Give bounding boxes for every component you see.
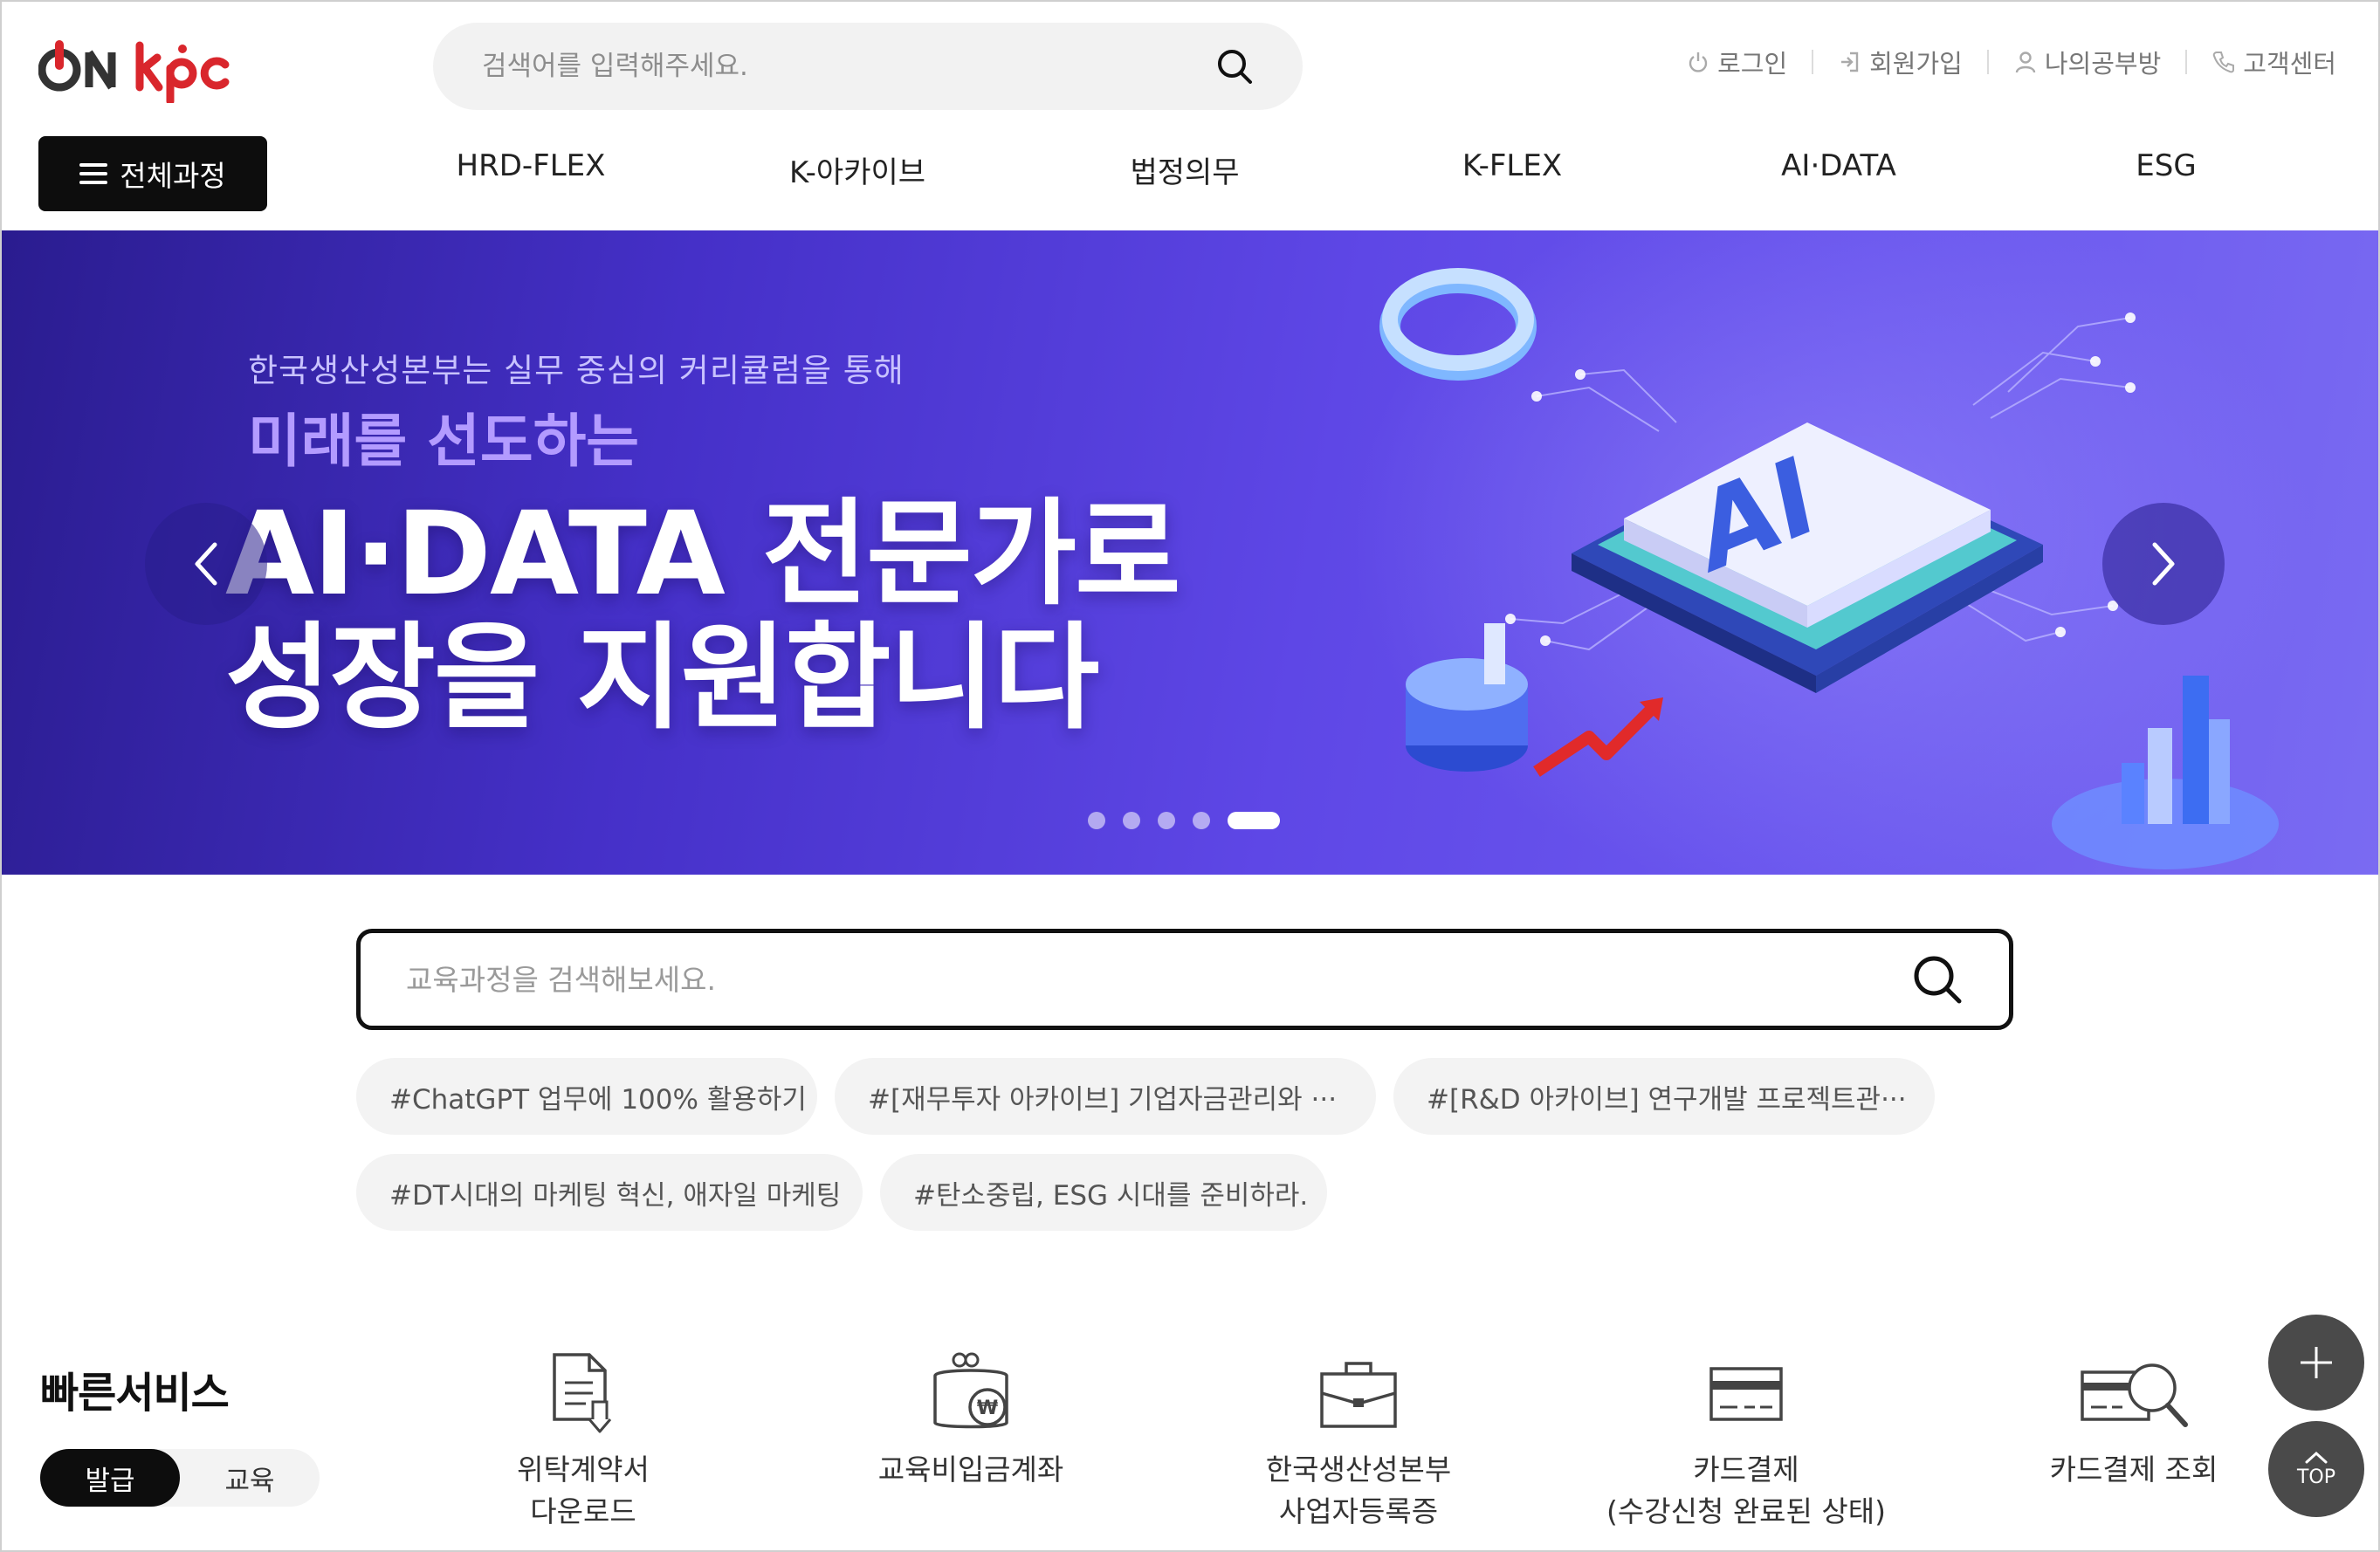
tag-chip[interactable]: #ChatGPT 업무에 100% 활용하기 (356, 1058, 817, 1135)
my-study-label: 나의공부방 (2044, 49, 2162, 79)
phone-icon (2213, 52, 2235, 73)
main-nav: HRD-FLEX K-아카이브 법정의무 K-FLEX AI·DATA ESG (0, 148, 2380, 201)
quick-service-title: 빠른서비스 (40, 1369, 230, 1418)
banner-headline-line1: AI·DATA 전문가로 (225, 487, 1181, 621)
quick-item-label: 카드결제 (수강신청 완료된 상태) (1606, 1452, 1886, 1528)
credit-card-icon (1709, 1367, 1783, 1421)
kpc-logo[interactable] (38, 33, 248, 103)
quick-service-toggle: 발급 교육 (40, 1449, 320, 1507)
quick-tuition-account[interactable]: ₩ 교육비입금계좌 (822, 1349, 1119, 1491)
power-icon (1689, 52, 1708, 72)
divider (1986, 50, 1989, 74)
divider (1812, 50, 1814, 74)
banner-subtitle: 한국생산성본부는 실무 중심의 커리큘럼을 통해 (248, 352, 905, 389)
user-icon (2015, 52, 2036, 73)
document-download-icon (553, 1353, 612, 1433)
nav-item-k-archive[interactable]: K-아카이브 (789, 148, 925, 191)
pagination-dot[interactable] (1158, 812, 1175, 829)
floating-plus-button[interactable] (2268, 1315, 2364, 1411)
login-label: 로그인 (1717, 49, 1788, 79)
login-link[interactable]: 로그인 (1686, 44, 1787, 80)
banner-headline: AI·DATA 전문가로 성장을 지원합니다 (225, 487, 1181, 745)
pagination-dot[interactable] (1123, 812, 1140, 829)
customer-center-link[interactable]: 고객센터 (2211, 44, 2336, 80)
my-study-link[interactable]: 나의공부방 (2013, 44, 2161, 80)
nav-item-hrd-flex[interactable]: HRD-FLEX (457, 148, 606, 183)
nav-item-ai-data[interactable]: AI·DATA (1781, 148, 1896, 183)
customer-center-label: 고객센터 (2243, 49, 2336, 79)
chevron-right-icon (2152, 542, 2175, 586)
banner-headline-line2: 성장을 지원합니다 (225, 611, 1099, 745)
signup-label: 회원가입 (1869, 49, 1963, 79)
hero-banner[interactable]: AI 한국생산성본부는 실무 중심의 커리큘럼을 통해 미래를 선도하는 AI·… (0, 230, 2380, 875)
chevron-left-icon (195, 542, 217, 586)
header-search-bar[interactable] (433, 23, 1303, 110)
wallet-won-icon: ₩ (933, 1352, 1008, 1429)
svg-text:₩: ₩ (977, 1397, 998, 1419)
search-icon[interactable] (1215, 47, 1254, 86)
utility-menu: 로그인 회원가입 나의공부방 고객센터 (1686, 44, 2336, 80)
search-icon[interactable] (1911, 953, 1964, 1006)
tag-chip[interactable]: #[재무투자 아카이브] 기업자금관리와 ··· (835, 1058, 1376, 1135)
top-label: TOP (2296, 1466, 2336, 1488)
nav-item-esg[interactable]: ESG (2136, 148, 2196, 183)
briefcase-icon (1320, 1362, 1397, 1428)
header-search-input[interactable] (482, 51, 1215, 82)
divider (2185, 50, 2188, 74)
tag-chip[interactable]: #[R&D 아카이브] 연구개발 프로젝트관··· (1393, 1058, 1935, 1135)
course-search-input[interactable] (406, 962, 1911, 997)
pagination-dot-active[interactable] (1228, 812, 1280, 829)
banner-next-button[interactable] (2102, 503, 2225, 625)
plus-icon (2301, 1347, 2332, 1378)
card-search-icon (2081, 1363, 2188, 1427)
scroll-top-button[interactable]: TOP (2268, 1421, 2364, 1517)
tag-chip[interactable]: #탄소중립, ESG 시대를 준비하라. (880, 1154, 1327, 1231)
toggle-education[interactable]: 교육 (180, 1449, 320, 1507)
quick-card-payment[interactable]: 카드결제 (수강신청 완료된 상태) (1598, 1349, 1895, 1533)
signin-icon (1841, 52, 1859, 72)
course-search-bar[interactable] (356, 929, 2013, 1030)
nav-item-legal-mandatory[interactable]: 법정의무 (1130, 148, 1239, 191)
quick-card-payment-lookup[interactable]: 카드결제 조회 (1985, 1349, 2282, 1491)
banner-pagination (1088, 812, 1280, 829)
signup-link[interactable]: 회원가입 (1838, 44, 1963, 80)
banner-headline-small: 미래를 선도하는 (248, 408, 640, 475)
quick-item-label: 한국생산성본부 사업자등록증 (1265, 1452, 1452, 1528)
ai-chip-illustration: AI (1379, 268, 2279, 869)
pagination-dot[interactable] (1088, 812, 1105, 829)
banner-prev-button[interactable] (145, 503, 267, 625)
nav-item-k-flex[interactable]: K-FLEX (1462, 148, 1562, 183)
quick-item-label: 카드결제 조회 (2049, 1452, 2218, 1487)
pagination-dot[interactable] (1193, 812, 1210, 829)
quick-item-label: 위탁계약서 다운로드 (517, 1452, 650, 1528)
tag-chip[interactable]: #DT시대의 마케팅 혁신, 애자일 마케팅 (356, 1154, 863, 1231)
quick-item-label: 교육비입금계좌 (877, 1452, 1064, 1487)
chevron-up-icon (2305, 1451, 2328, 1463)
quick-contract-download[interactable]: 위탁계약서 다운로드 (435, 1349, 732, 1533)
quick-business-registration[interactable]: 한국생산성본부 사업자등록증 (1210, 1349, 1507, 1533)
toggle-issue[interactable]: 발급 (40, 1449, 180, 1507)
